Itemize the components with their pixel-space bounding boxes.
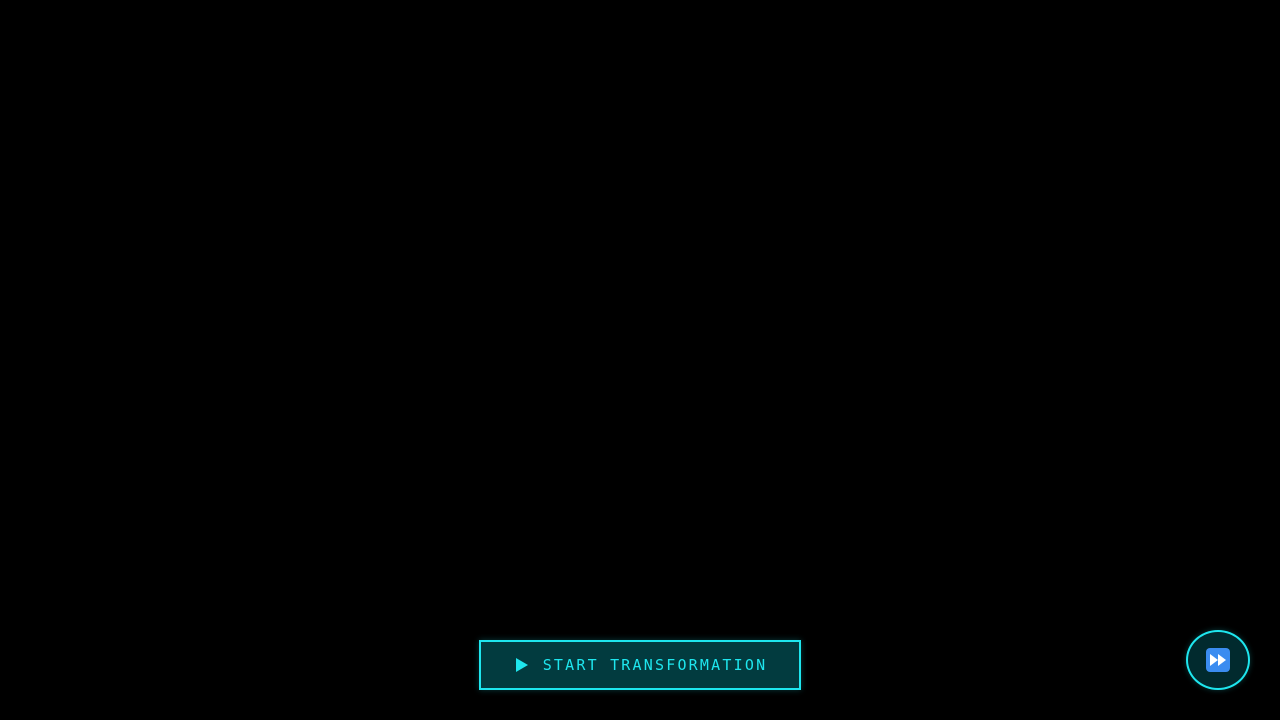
start-transformation-label: START TRANSFORMATION bbox=[542, 656, 768, 674]
play-icon bbox=[515, 658, 529, 672]
game-stage: START TRANSFORMATION bbox=[0, 0, 1280, 720]
fast-forward-icon bbox=[1206, 648, 1230, 672]
fast-forward-button[interactable] bbox=[1186, 630, 1250, 690]
start-transformation-button[interactable]: START TRANSFORMATION bbox=[479, 640, 801, 690]
